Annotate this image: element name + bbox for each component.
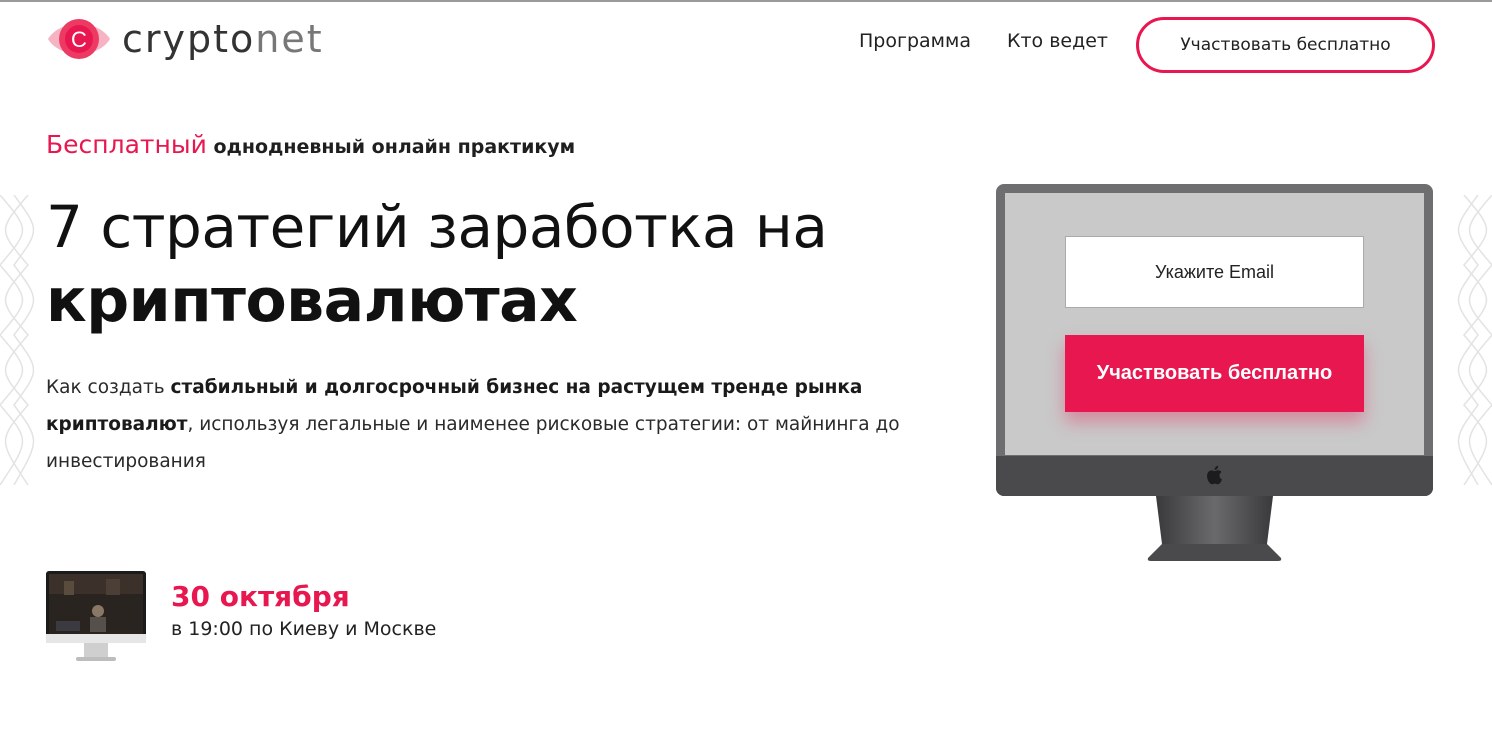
decorative-pattern-icon bbox=[1457, 195, 1492, 485]
nav-link-host[interactable]: Кто ведет bbox=[1007, 30, 1108, 52]
logo[interactable]: C cryptonet bbox=[46, 13, 324, 65]
logo-text: cryptonet bbox=[122, 17, 324, 61]
logo-letter: C bbox=[71, 27, 87, 52]
eyebrow-accent: Бесплатный bbox=[46, 130, 207, 159]
hero-description: Как создать стабильный и долгосрочный би… bbox=[46, 377, 900, 472]
hero-title-line2: криптовалютах bbox=[46, 266, 578, 336]
email-field[interactable] bbox=[1065, 236, 1364, 308]
monitor-stand bbox=[1147, 496, 1282, 561]
submit-button[interactable]: Участвовать бесплатно bbox=[1065, 335, 1364, 412]
eyebrow-rest: однодневный онлайн практикум bbox=[206, 136, 576, 158]
decorative-pattern-icon bbox=[0, 195, 35, 485]
hero-title-line1: 7 стратегий заработка на bbox=[46, 193, 828, 261]
event-time: в 19:00 по Киеву и Москве bbox=[171, 618, 437, 640]
apple-icon bbox=[1207, 465, 1222, 485]
header-cta-button[interactable]: Участвовать бесплатно bbox=[1136, 17, 1435, 73]
video-thumbnail[interactable] bbox=[46, 571, 146, 663]
monitor-screen bbox=[1005, 193, 1424, 455]
hero-eyebrow: Бесплатный однодневный онлайн практикум bbox=[46, 130, 575, 159]
event-date: 30 октября bbox=[171, 580, 350, 613]
nav-link-program[interactable]: Программа bbox=[859, 30, 971, 52]
logo-eye-icon: C bbox=[48, 19, 110, 59]
top-border bbox=[0, 0, 1492, 2]
